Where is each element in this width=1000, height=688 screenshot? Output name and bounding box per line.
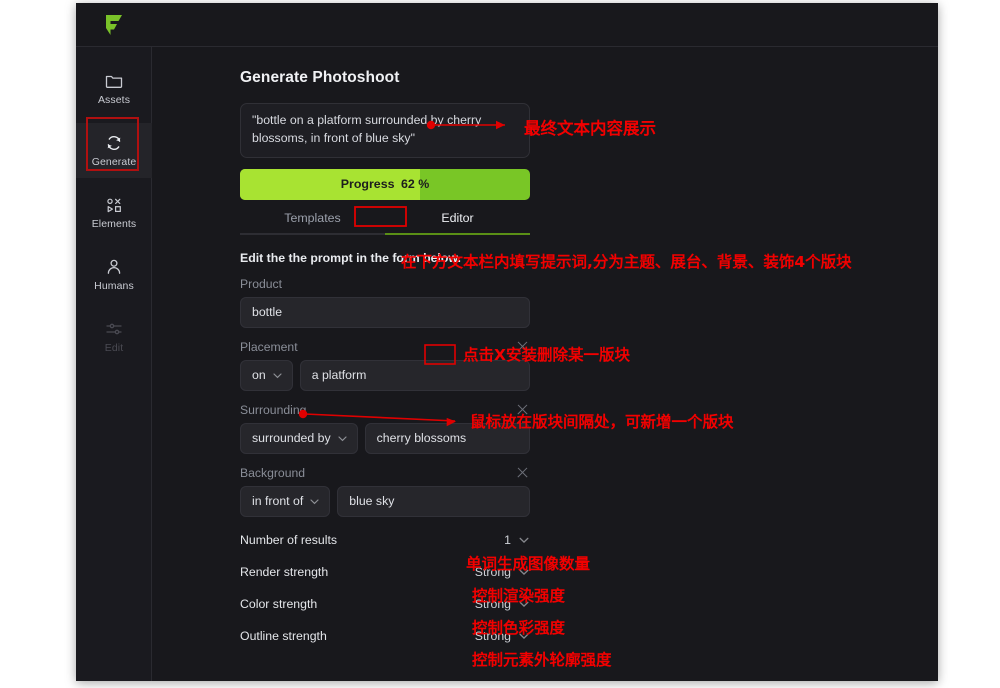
option-label: Color strength [240, 596, 318, 611]
option-value-select[interactable]: Strong [475, 565, 530, 579]
folder-icon [104, 71, 124, 91]
sidebar-item-generate[interactable]: Generate [76, 123, 152, 178]
chevron-down-icon [519, 569, 529, 575]
sidebar-item-humans[interactable]: Humans [76, 247, 152, 302]
option-label: Number of results [240, 532, 338, 547]
shapes-icon [104, 195, 124, 215]
placement-preposition-select[interactable]: on [240, 359, 293, 391]
product-input[interactable]: bottle [240, 296, 530, 328]
progress-text: Progress [340, 177, 395, 192]
option-color-strength[interactable]: Color strength Strong [240, 588, 530, 620]
tab-bar: Templates Editor [240, 204, 530, 235]
app-window: Assets Generate Elements Humans Edit Gen… [76, 3, 938, 681]
field-head: Placement [240, 339, 530, 355]
progress-label: Progress 62 % [341, 177, 429, 191]
background-row: in front of blue sky [240, 485, 530, 517]
select-value: surrounded by [252, 431, 331, 446]
sidebar-item-label: Generate [91, 156, 137, 169]
placement-input[interactable]: a platform [299, 359, 530, 391]
field-label: Placement [240, 339, 298, 354]
surrounding-input[interactable]: cherry blossoms [364, 422, 530, 454]
field-head: Surrounding [240, 402, 530, 418]
progress-unit: % [418, 177, 430, 192]
option-value: Strong [474, 596, 511, 611]
sidebar-item-edit: Edit [76, 309, 152, 364]
chevron-down-icon [338, 436, 347, 441]
chevron-down-icon [273, 373, 282, 378]
option-value: 1 [504, 532, 511, 547]
field-label: Surrounding [240, 402, 307, 417]
chevron-down-icon [519, 601, 529, 607]
select-value: in front of [252, 494, 304, 509]
background-preposition-select[interactable]: in front of [240, 485, 331, 517]
prompt-preview: "bottle on a platform surrounded by cher… [240, 103, 530, 158]
progress-bar: Progress 62 % [240, 168, 530, 200]
field-background: Background in front of blue sky [240, 465, 530, 517]
option-value: Strong [474, 628, 511, 643]
option-number-of-results[interactable]: Number of results 1 [240, 524, 530, 556]
refresh-icon [104, 133, 124, 153]
field-head: Product [240, 276, 530, 292]
field-head: Background [240, 465, 530, 481]
option-value: Strong [474, 564, 511, 579]
field-product: Product bottle [240, 276, 530, 328]
option-label: Render strength [240, 564, 329, 579]
surrounding-preposition-select[interactable]: surrounded by [240, 422, 358, 454]
sidebar-item-assets[interactable]: Assets [76, 61, 152, 116]
generate-column: "bottle on a platform surrounded by cher… [240, 103, 530, 652]
field-label: Background [240, 465, 306, 480]
chevron-down-icon [310, 499, 319, 504]
option-value-select[interactable]: Strong [475, 629, 530, 643]
sidebar-item-label: Elements [91, 218, 137, 231]
main-panel: Generate Photoshoot "bottle on a platfor… [152, 47, 938, 681]
field-surrounding: Surrounding surrounded by cherry blossom… [240, 402, 530, 454]
chevron-down-icon [519, 633, 529, 639]
select-value: on [252, 368, 266, 383]
sidebar: Assets Generate Elements Humans Edit [76, 47, 152, 681]
tab-editor[interactable]: Editor [385, 204, 530, 235]
option-value-select[interactable]: Strong [475, 597, 530, 611]
sidebar-item-label: Humans [94, 280, 134, 293]
background-input[interactable]: blue sky [337, 485, 530, 517]
form-hint: Edit the the prompt in the form below. [240, 250, 461, 265]
field-placement: Placement on a platform [240, 339, 530, 391]
placement-row: on a platform [240, 359, 530, 391]
sliders-icon [104, 319, 124, 339]
person-icon [104, 257, 124, 277]
sidebar-item-label: Assets [97, 94, 131, 107]
flair-logo-icon[interactable] [98, 12, 128, 38]
field-label: Product [240, 276, 283, 291]
page-title: Generate Photoshoot [240, 69, 400, 86]
screenshot-root: Assets Generate Elements Humans Edit Gen… [0, 0, 1000, 688]
top-bar [76, 3, 938, 47]
options-list: Number of results 1 Render strength Stro… [240, 524, 530, 652]
option-label: Outline strength [240, 628, 327, 643]
remove-surrounding-button[interactable] [515, 402, 530, 417]
option-render-strength[interactable]: Render strength Strong [240, 556, 530, 588]
surrounding-row: surrounded by cherry blossoms [240, 422, 530, 454]
option-outline-strength[interactable]: Outline strength Strong [240, 620, 530, 652]
sidebar-item-elements[interactable]: Elements [76, 185, 152, 240]
option-value-select[interactable]: 1 [504, 533, 530, 547]
remove-placement-button[interactable] [515, 339, 530, 354]
sidebar-item-label: Edit [104, 342, 124, 355]
chevron-down-icon [519, 537, 529, 543]
tab-templates[interactable]: Templates [240, 204, 385, 235]
progress-value: 62 [400, 177, 415, 192]
remove-background-button[interactable] [515, 465, 530, 480]
